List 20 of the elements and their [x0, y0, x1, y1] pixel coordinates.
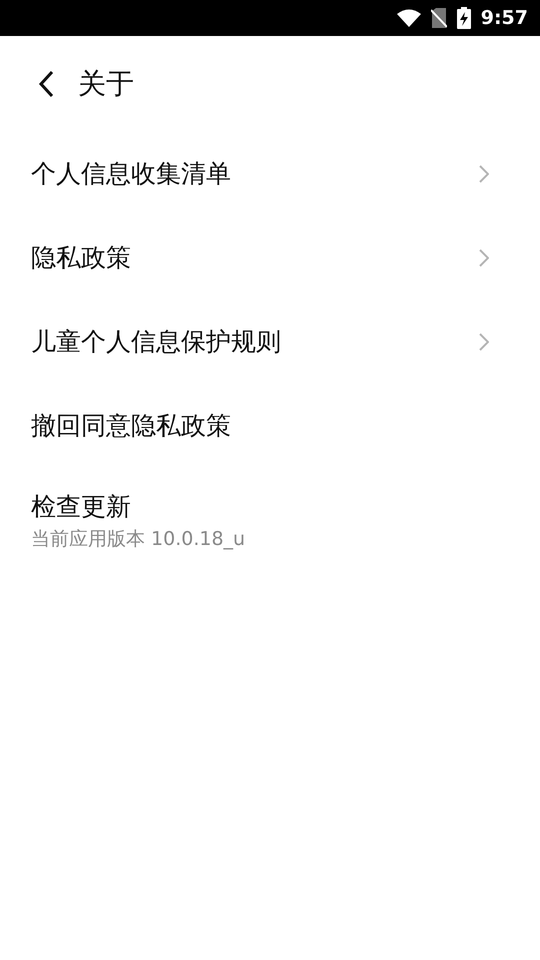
menu-item[interactable]: 检查更新 当前应用版本 10.0.18_u: [0, 468, 540, 552]
menu-item[interactable]: 个人信息收集清单: [0, 132, 540, 216]
chevron-right-icon: [479, 333, 489, 351]
back-icon[interactable]: [38, 70, 54, 98]
chevron-right-icon: [479, 249, 489, 267]
item-label: 个人信息收集清单: [31, 158, 231, 190]
page-title: 关于: [78, 66, 134, 102]
status-time: 9:57: [480, 6, 528, 31]
chevron-right-icon: [479, 165, 489, 183]
menu-item[interactable]: 撤回同意隐私政策: [0, 384, 540, 468]
menu-item[interactable]: 隐私政策: [0, 216, 540, 300]
item-label: 儿童个人信息保护规则: [31, 326, 281, 358]
item-label: 检查更新: [31, 491, 132, 523]
battery-charging-icon: [456, 7, 471, 29]
version-text: 当前应用版本 10.0.18_u: [31, 527, 246, 552]
item-label: 撤回同意隐私政策: [31, 410, 231, 442]
menu-item[interactable]: 儿童个人信息保护规则: [0, 300, 540, 384]
item-label: 隐私政策: [31, 242, 131, 274]
no-sim-icon: [430, 8, 447, 28]
wifi-icon: [396, 9, 421, 27]
